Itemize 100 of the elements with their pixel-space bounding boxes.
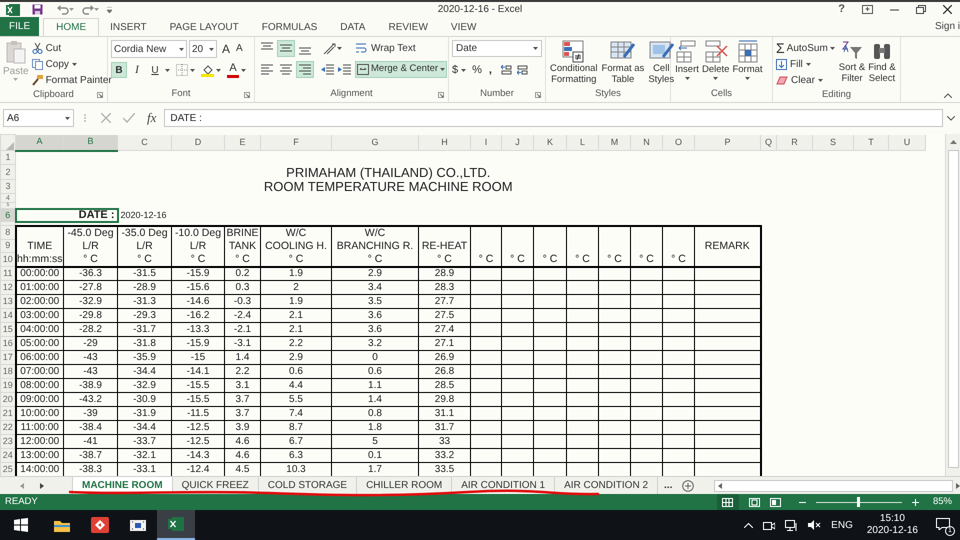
column-letter[interactable]: A <box>36 136 42 146</box>
dialog-launcher-icon[interactable] <box>438 92 444 98</box>
italic-button[interactable]: I <box>129 62 145 78</box>
normal-view-button[interactable] <box>716 494 739 510</box>
column-letter[interactable]: E <box>239 136 246 146</box>
column-letter[interactable]: K <box>546 136 553 146</box>
column-letter[interactable]: F <box>293 136 299 146</box>
column-letter[interactable]: C <box>141 136 148 146</box>
fill-button[interactable]: Fill <box>776 56 835 72</box>
format-painter-button[interactable]: Format Painter <box>32 72 112 88</box>
text-orientation-icon[interactable] <box>323 42 336 54</box>
scroll-left-icon[interactable] <box>718 482 722 488</box>
insert-function-button[interactable]: fx <box>147 108 156 128</box>
excel-logo-icon[interactable] <box>6 4 20 16</box>
ribbon-button[interactable]: Delete <box>701 40 730 80</box>
column-letter[interactable]: L <box>580 136 585 146</box>
ribbon-tab[interactable]: INSERT <box>101 18 156 36</box>
sort-filter-button[interactable]: Sort & Filter <box>838 40 866 88</box>
increase-decimal-icon[interactable] <box>500 65 512 76</box>
zoom-in-icon[interactable] <box>912 498 919 506</box>
column-letter[interactable]: R <box>791 136 798 146</box>
undo-icon[interactable] <box>57 4 69 14</box>
save-icon[interactable] <box>32 4 43 15</box>
column-letter[interactable]: N <box>643 136 650 146</box>
formula-field[interactable]: DATE : <box>164 109 943 127</box>
windows-start-icon[interactable] <box>14 518 28 532</box>
font-size-field[interactable]: 20 <box>189 40 217 58</box>
ribbon-button[interactable]: Insert <box>674 40 700 80</box>
borders-icon[interactable] <box>176 64 188 76</box>
column-letter[interactable]: D <box>194 136 202 146</box>
clear-button[interactable]: Clear <box>776 72 835 88</box>
fill-color-icon[interactable] <box>201 64 214 76</box>
dialog-launcher-icon[interactable] <box>97 92 103 98</box>
name-box[interactable]: A6 <box>3 109 74 127</box>
number-format-field[interactable]: Date <box>452 40 542 57</box>
ribbon-tab[interactable]: VIEW <box>442 18 486 36</box>
underline-button[interactable]: U <box>147 62 163 78</box>
scroll-up-icon[interactable] <box>950 140 956 144</box>
autosum-button[interactable]: ΣAutoSum <box>776 40 835 56</box>
column-letter[interactable]: J <box>515 136 520 146</box>
page-layout-view-icon[interactable] <box>748 498 760 506</box>
new-sheet-icon[interactable] <box>682 480 694 492</box>
align-button[interactable] <box>296 61 314 78</box>
sign-in-link[interactable]: Sign i <box>934 19 960 34</box>
zoom-level[interactable]: 85% <box>932 494 952 510</box>
ribbon-tab[interactable]: PAGE LAYOUT <box>160 18 248 36</box>
column-letter[interactable]: M <box>610 136 618 146</box>
increase-indent-icon[interactable] <box>338 64 351 75</box>
column-letter[interactable]: S <box>830 136 836 146</box>
column-letter[interactable]: P <box>724 136 730 146</box>
column-letter[interactable]: U <box>904 136 910 146</box>
check-icon[interactable] <box>123 113 135 123</box>
shrink-font-button[interactable]: A <box>236 44 243 54</box>
help-button[interactable]: ? <box>838 1 845 18</box>
currency-button[interactable]: $ <box>452 62 458 78</box>
ribbon-tab[interactable]: HOME <box>43 18 100 36</box>
column-letter[interactable]: O <box>674 136 682 146</box>
column-letter[interactable]: T <box>868 136 874 146</box>
clock-date[interactable]: 2020-12-16 <box>866 525 918 537</box>
find-select-button[interactable]: Find & Select <box>868 40 896 88</box>
dialog-launcher-icon[interactable] <box>535 92 541 98</box>
merge-center-button[interactable]: Merge & Center <box>355 61 448 78</box>
ribbon-button[interactable]: Conditional Formatting <box>549 40 599 85</box>
notification-icon[interactable] <box>936 518 950 530</box>
align-button[interactable] <box>277 40 295 57</box>
font-color-button[interactable]: A <box>227 62 239 78</box>
ribbon-button[interactable]: Cell Styles <box>647 40 676 85</box>
bold-button[interactable]: B <box>111 62 127 78</box>
comma-button[interactable]: , <box>488 62 492 78</box>
ribbon-tab[interactable]: FORMULAS <box>252 18 326 36</box>
cut-button[interactable]: Cut <box>32 40 112 56</box>
network-icon[interactable] <box>785 520 798 530</box>
redo-icon[interactable] <box>82 4 94 14</box>
camera-icon[interactable] <box>763 520 776 530</box>
ribbon-tab[interactable]: REVIEW <box>379 18 437 36</box>
decrease-decimal-icon[interactable] <box>516 65 528 76</box>
wrap-text-button[interactable]: Wrap Text <box>353 40 419 57</box>
maximize-icon[interactable] <box>916 5 926 14</box>
volume-muted-icon[interactable] <box>808 520 822 530</box>
page-break-view-icon[interactable] <box>770 498 781 506</box>
language-indicator[interactable]: ENG <box>831 518 853 532</box>
ribbon-tab[interactable]: DATA <box>331 18 374 36</box>
ribbon-display-icon[interactable] <box>862 5 873 14</box>
dialog-launcher-icon[interactable] <box>244 92 250 98</box>
expand-formula-icon[interactable] <box>947 116 955 120</box>
next-sheet-icon[interactable] <box>40 482 44 488</box>
collapse-ribbon-icon[interactable] <box>944 93 952 98</box>
ribbon-button[interactable]: Format <box>731 40 764 80</box>
zoom-slider-thumb[interactable] <box>857 497 860 507</box>
column-letter[interactable]: G <box>371 136 378 146</box>
percent-button[interactable]: % <box>472 62 482 78</box>
scroll-right-icon[interactable] <box>956 482 960 488</box>
column-letter[interactable]: B <box>87 136 94 146</box>
scrollbar-thumb[interactable] <box>948 150 958 468</box>
grow-font-button[interactable]: A <box>222 43 230 55</box>
file-tab[interactable]: FILE <box>0 17 40 36</box>
clock-time[interactable]: 15:10 <box>880 513 905 525</box>
column-letter[interactable]: H <box>441 136 448 146</box>
decrease-indent-icon[interactable] <box>321 64 334 75</box>
more-sheets-button[interactable]: ... <box>664 478 672 493</box>
